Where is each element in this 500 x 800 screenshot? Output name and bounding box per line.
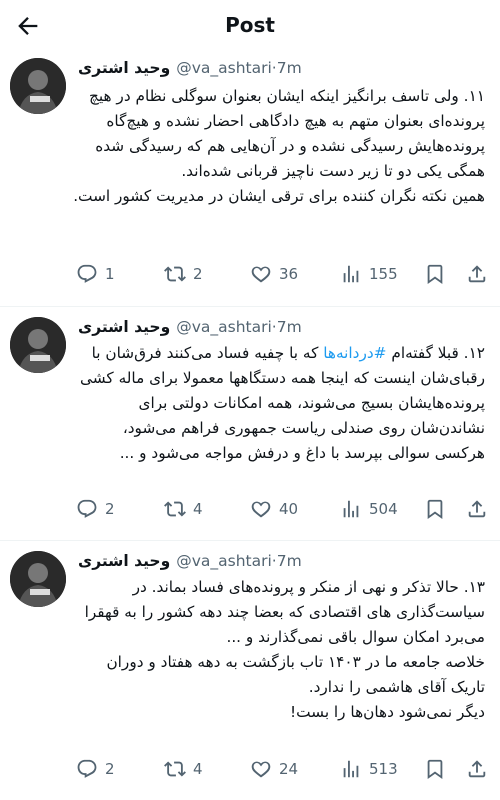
repost-count: 4 (193, 760, 203, 778)
share-icon (468, 760, 486, 778)
views-button[interactable]: 504 (340, 496, 398, 522)
tweet[interactable]: وحید اشتری @va_ashtari · 7m ۱۱. ولی تاسف… (0, 52, 500, 306)
bookmark-icon (427, 499, 443, 520)
page-title: Post (225, 13, 275, 37)
view-count: 504 (369, 500, 398, 518)
like-count: 24 (279, 760, 299, 778)
tweet-text: ۱۲. قبلا گفته‌ام #دردانه‌ها که با چفیه ف… (72, 341, 485, 466)
display-name[interactable]: وحید اشتری (78, 318, 170, 336)
user-handle[interactable]: @va_ashtari (176, 552, 272, 570)
reply-icon (77, 264, 97, 283)
display-name[interactable]: وحید اشتری (78, 59, 170, 77)
reply-icon (77, 499, 97, 518)
reply-count: 2 (105, 500, 115, 518)
repost-icon (164, 501, 186, 517)
timestamp[interactable]: 7m (277, 59, 302, 77)
avatar[interactable] (10, 551, 66, 607)
repost-icon (164, 266, 186, 282)
action-bar: 2 4 40 504 (72, 496, 490, 522)
reply-button[interactable]: 1 (76, 261, 115, 287)
like-button[interactable]: 40 (250, 496, 298, 522)
tweet-text: ۱۱. ولی تاسف برانگیز اینکه ایشان بعنوان … (73, 87, 485, 205)
like-button[interactable]: 36 (250, 261, 298, 287)
bookmark-button[interactable] (424, 496, 446, 522)
share-button[interactable] (466, 756, 488, 782)
reply-icon (77, 759, 97, 778)
views-chart-icon (343, 760, 359, 778)
heart-icon (251, 266, 271, 283)
tweet[interactable]: وحید اشتری @va_ashtari · 7m ۱۳. حالا تذک… (0, 541, 500, 800)
repost-icon (164, 761, 186, 777)
reply-count: 1 (105, 265, 115, 283)
user-handle[interactable]: @va_ashtari (176, 59, 272, 77)
bookmark-icon (427, 264, 443, 285)
tweet-meta: وحید اشتری @va_ashtari · 7m (78, 56, 302, 80)
bookmark-icon (427, 759, 443, 780)
heart-icon (251, 761, 271, 778)
heart-icon (251, 501, 271, 518)
repost-button[interactable]: 4 (164, 756, 203, 782)
timestamp[interactable]: 7m (277, 318, 302, 336)
views-button[interactable]: 155 (340, 261, 398, 287)
reply-button[interactable]: 2 (76, 496, 115, 522)
share-button[interactable] (466, 261, 488, 287)
like-count: 36 (279, 265, 299, 283)
user-handle[interactable]: @va_ashtari (176, 318, 272, 336)
like-button[interactable]: 24 (250, 756, 298, 782)
action-bar: 1 2 36 155 (72, 261, 490, 287)
view-count: 155 (369, 265, 398, 283)
tweet-meta: وحید اشتری @va_ashtari · 7m (78, 549, 302, 573)
repost-count: 2 (193, 265, 203, 283)
views-chart-icon (343, 500, 359, 518)
views-button[interactable]: 513 (340, 756, 398, 782)
repost-button[interactable]: 4 (164, 496, 203, 522)
hashtag-link[interactable]: #دردانه‌ها (323, 344, 386, 362)
bookmark-button[interactable] (424, 756, 446, 782)
timestamp[interactable]: 7m (277, 552, 302, 570)
tweet-text-start: ۱۲. قبلا گفته‌ام (386, 344, 485, 362)
avatar[interactable] (10, 317, 66, 373)
share-button[interactable] (466, 496, 488, 522)
tweet-text: ۱۳. حالا تذکر و نهی از منکر و پرونده‌های… (84, 578, 485, 721)
repost-button[interactable]: 2 (164, 261, 203, 287)
tweet-meta: وحید اشتری @va_ashtari · 7m (78, 315, 302, 339)
views-chart-icon (343, 265, 359, 283)
tweet[interactable]: وحید اشتری @va_ashtari · 7m ۱۲. قبلا گفت… (0, 307, 500, 540)
like-count: 40 (279, 500, 299, 518)
repost-count: 4 (193, 500, 203, 518)
view-count: 513 (369, 760, 398, 778)
avatar[interactable] (10, 58, 66, 114)
reply-count: 2 (105, 760, 115, 778)
action-bar: 2 4 24 513 (72, 756, 490, 782)
top-bar: Post (0, 0, 500, 52)
share-icon (468, 265, 486, 283)
bookmark-button[interactable] (424, 261, 446, 287)
display-name[interactable]: وحید اشتری (78, 552, 170, 570)
reply-button[interactable]: 2 (76, 756, 115, 782)
share-icon (468, 500, 486, 518)
